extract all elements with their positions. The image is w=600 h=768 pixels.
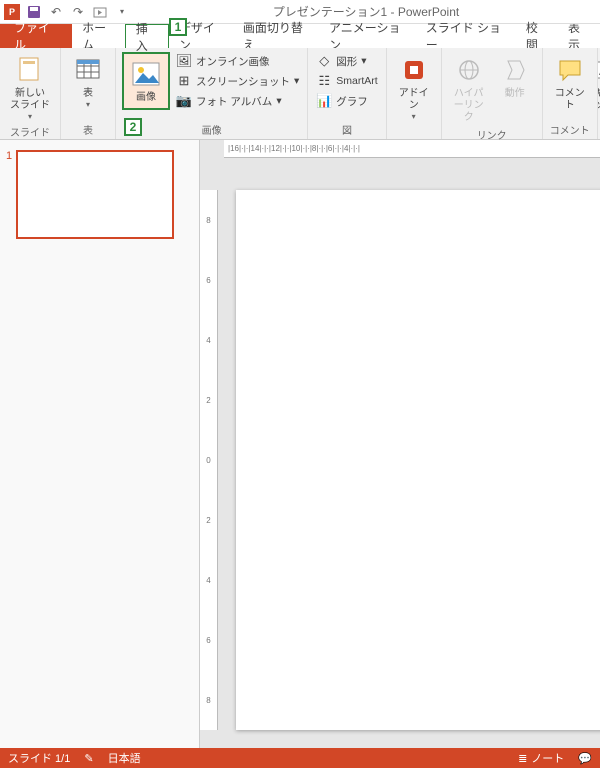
comment-button[interactable]: コメント	[549, 52, 591, 114]
online-pictures-label: オンライン画像	[196, 54, 270, 69]
hyperlink-icon	[453, 54, 485, 86]
shapes-icon: ◇	[316, 53, 332, 69]
ribbon-tabs: ファイル ホーム 挿入 デザイン 画面切り替え アニメーション スライド ショー…	[0, 24, 600, 48]
thumbnail-item[interactable]: 1	[6, 150, 193, 239]
picture-icon	[130, 58, 162, 90]
group-slides: 新しい スライド ▾ スライド	[0, 48, 61, 139]
action-label: 動作	[505, 88, 525, 100]
hyperlink-button[interactable]: ハイパーリンク	[448, 52, 490, 126]
group-slides-label: スライド	[10, 123, 50, 139]
thumbnail-preview[interactable]	[16, 150, 174, 239]
callout-2: 2	[124, 118, 142, 136]
tab-review[interactable]: 校閲	[516, 24, 558, 48]
slide-thumbnails-panel[interactable]: 1	[0, 140, 200, 748]
chevron-down-icon: ▾	[412, 112, 416, 121]
ruler-tick: 8	[206, 216, 210, 225]
status-language[interactable]: 日本語	[108, 750, 141, 766]
group-illustrations: ◇ 図形 ▾ ☷ SmartArt 📊 グラフ 図	[308, 48, 386, 139]
group-illustrations-label: 図	[342, 121, 352, 137]
chart-label: グラフ	[336, 94, 368, 109]
hyperlink-label: ハイパーリンク	[452, 88, 486, 124]
status-notes-button[interactable]: ≣ ノート	[518, 750, 564, 766]
chevron-down-icon: ▾	[28, 112, 32, 121]
group-comments-label: コメント	[550, 121, 590, 137]
smartart-button[interactable]: ☷ SmartArt	[314, 72, 379, 90]
status-comments-icon[interactable]: 💬	[578, 752, 592, 765]
group-addins: アドイ ン ▾	[387, 48, 442, 139]
qat-customize-icon[interactable]: ▾	[112, 2, 132, 22]
addin-button[interactable]: アドイ ン ▾	[393, 52, 435, 123]
notes-icon: ≣	[518, 752, 527, 765]
shapes-button[interactable]: ◇ 図形 ▾	[314, 52, 379, 70]
ruler-tick: 4	[206, 576, 210, 585]
photo-album-icon: 📷	[176, 93, 192, 109]
picture-label: 画像	[136, 92, 156, 104]
ruler-tick: 0	[206, 456, 210, 465]
chevron-down-icon: ▾	[86, 100, 90, 109]
online-pictures-button[interactable]: 🖼 オンライン画像	[174, 52, 301, 70]
action-button[interactable]: 動作	[494, 52, 536, 102]
ruler-tick: 8	[206, 696, 210, 705]
status-spell-icon[interactable]: ✎	[84, 752, 93, 765]
table-button[interactable]: 表 ▾	[67, 52, 109, 111]
table-label: 表	[83, 88, 93, 100]
group-images-label: 画像	[202, 121, 222, 137]
ruler-horizontal: |16|·|·|14|·|·|12|·|·|10|·|·|8|·|·|6|·|·…	[224, 140, 600, 158]
smartart-icon: ☷	[316, 73, 332, 89]
tab-slideshow[interactable]: スライド ショー	[416, 24, 516, 48]
workspace: 1 |16|·|·|14|·|·|12|·|·|10|·|·|8|·|·|6|·…	[0, 140, 600, 748]
chart-icon: 📊	[316, 93, 332, 109]
chevron-down-icon: ▾	[361, 55, 366, 67]
chart-button[interactable]: 📊 グラフ	[314, 92, 379, 110]
ruler-tick: 6	[206, 276, 210, 285]
tab-view[interactable]: 表示	[558, 24, 600, 48]
ruler-tick: 2	[206, 396, 210, 405]
group-images: 画像 🖼 オンライン画像 ⊞ スクリーンショット ▾ 📷 フォト アルバム ▾ 画像	[116, 48, 308, 139]
comment-label: コメント	[553, 88, 587, 112]
tab-animations[interactable]: アニメーション	[319, 24, 416, 48]
picture-button[interactable]: 画像	[122, 52, 170, 110]
tab-home[interactable]: ホーム	[72, 24, 125, 48]
new-slide-label: 新しい スライド	[10, 88, 50, 112]
screenshot-button[interactable]: ⊞ スクリーンショット ▾	[174, 72, 301, 90]
slide-canvas[interactable]	[236, 190, 600, 730]
status-notes-label: ノート	[531, 750, 564, 766]
screenshot-icon: ⊞	[176, 73, 192, 89]
tab-transitions[interactable]: 画面切り替え	[233, 24, 319, 48]
tab-insert[interactable]: 挿入	[125, 24, 169, 48]
action-icon	[499, 54, 531, 86]
group-links: ハイパーリンク 動作 リンク	[442, 48, 543, 139]
status-slide-count[interactable]: スライド 1/1	[8, 750, 70, 766]
thumbnail-number: 1	[6, 150, 12, 239]
ribbon-toolbar: 2 新しい スライド ▾ スライド 表 ▾ 表 画像	[0, 48, 600, 140]
canvas-area: |16|·|·|14|·|·|12|·|·|10|·|·|8|·|·|6|·|·…	[200, 140, 600, 748]
tab-file[interactable]: ファイル	[0, 24, 72, 48]
addin-label: アドイ ン	[399, 88, 429, 112]
app-icon: P	[4, 4, 20, 20]
group-comments: コメント コメント	[543, 48, 598, 139]
chevron-down-icon: ▾	[294, 75, 299, 87]
photo-album-button[interactable]: 📷 フォト アルバム ▾	[174, 92, 301, 110]
comment-icon	[554, 54, 586, 86]
window-title: プレゼンテーション1 - PowerPoint	[132, 3, 600, 20]
ruler-tick: 2	[206, 516, 210, 525]
callout-1: 1	[169, 18, 187, 36]
online-pictures-icon: 🖼	[176, 53, 192, 69]
ruler-tick: 6	[206, 636, 210, 645]
photo-album-label: フォト アルバム	[196, 94, 272, 109]
chevron-down-icon: ▾	[276, 95, 281, 107]
table-icon	[72, 54, 104, 86]
new-slide-button[interactable]: 新しい スライド ▾	[6, 52, 54, 123]
shapes-label: 図形	[336, 54, 357, 69]
group-tables-label: 表	[83, 121, 93, 137]
new-slide-icon	[14, 54, 46, 86]
ruler-tick: 4	[206, 336, 210, 345]
group-tables: 表 ▾ 表	[61, 48, 116, 139]
addin-icon	[398, 54, 430, 86]
status-bar: スライド 1/1 ✎ 日本語 ≣ ノート 💬	[0, 748, 600, 768]
smartart-label: SmartArt	[336, 75, 377, 87]
ruler-vertical: 8 6 4 2 0 2 4 6 8	[200, 190, 218, 730]
screenshot-label: スクリーンショット	[196, 74, 290, 89]
